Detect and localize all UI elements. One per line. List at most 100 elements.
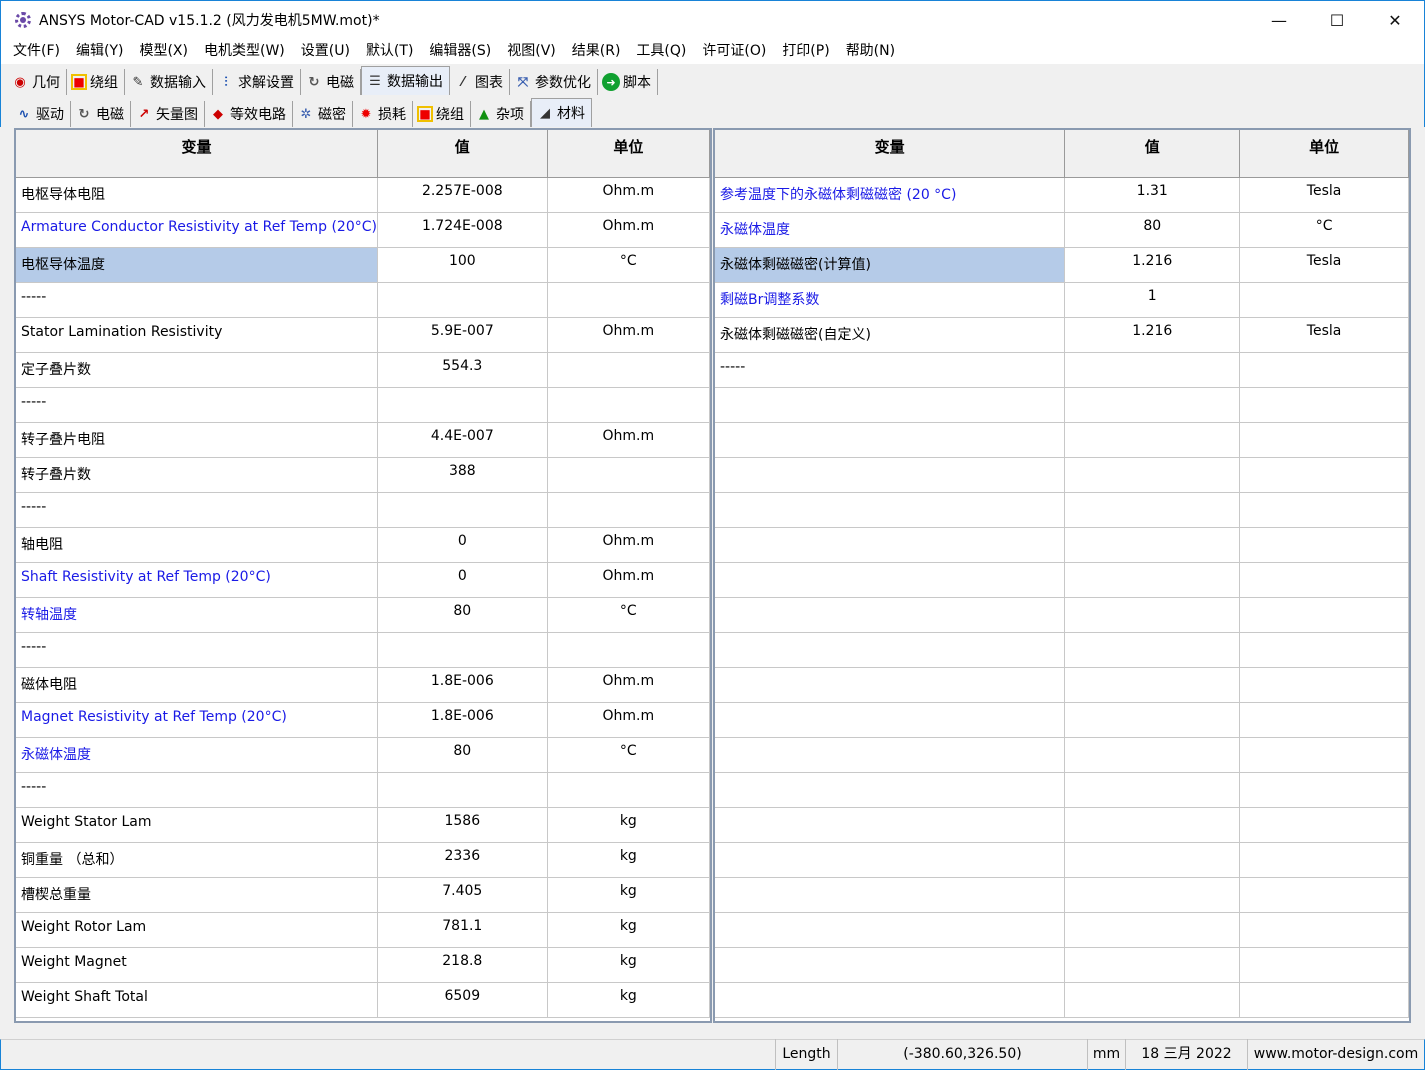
table-row[interactable] bbox=[715, 772, 1409, 808]
menu-item[interactable]: 视图(V) bbox=[499, 38, 564, 64]
cell-unit[interactable] bbox=[1239, 387, 1409, 423]
sub-tab[interactable]: ✹ 损耗 bbox=[353, 101, 413, 127]
cell-value[interactable] bbox=[1064, 422, 1241, 458]
cell-unit[interactable]: Ohm.m bbox=[547, 527, 710, 563]
cell-unit[interactable]: Tesla bbox=[1239, 177, 1409, 213]
cell-value[interactable]: 5.9E-007 bbox=[377, 317, 548, 353]
cell-value[interactable] bbox=[1064, 597, 1241, 633]
cell-value[interactable] bbox=[377, 632, 548, 668]
cell-value[interactable]: 1586 bbox=[377, 807, 548, 843]
close-button[interactable]: ✕ bbox=[1366, 1, 1424, 39]
cell-name[interactable]: Shaft Resistivity at Ref Temp (20°C) bbox=[16, 562, 378, 598]
cell-name[interactable]: Weight Magnet bbox=[16, 947, 378, 983]
cell-name[interactable]: 轴电阻 bbox=[16, 527, 378, 563]
cell-unit[interactable] bbox=[1239, 562, 1409, 598]
cell-unit[interactable]: Ohm.m bbox=[547, 177, 710, 213]
table-row[interactable]: 永磁体剩磁磁密(计算值) 1.216 Tesla bbox=[715, 247, 1409, 283]
cell-unit[interactable] bbox=[1239, 947, 1409, 983]
cell-value[interactable]: 100 bbox=[377, 247, 548, 283]
table-row[interactable]: 磁体电阻 1.8E-006 Ohm.m bbox=[16, 667, 710, 703]
cell-value[interactable]: 80 bbox=[377, 737, 548, 773]
cell-value[interactable]: 7.405 bbox=[377, 877, 548, 913]
cell-value[interactable] bbox=[1064, 877, 1241, 913]
cell-name[interactable] bbox=[715, 772, 1066, 808]
cell-name[interactable] bbox=[715, 947, 1066, 983]
cell-unit[interactable]: kg bbox=[547, 912, 710, 948]
cell-name[interactable] bbox=[715, 737, 1066, 773]
cell-value[interactable] bbox=[1064, 702, 1241, 738]
table-row[interactable]: ----- bbox=[16, 387, 710, 423]
results-grid-left[interactable]: 变量 值 单位 电枢导体电阻 2.257E-008 Ohm.m Armature Co… bbox=[14, 128, 712, 1023]
main-tab[interactable]: ◉ 几何 bbox=[7, 69, 67, 95]
table-row[interactable] bbox=[715, 597, 1409, 633]
cell-name[interactable] bbox=[715, 912, 1066, 948]
maximize-button[interactable]: ☐ bbox=[1308, 1, 1366, 39]
menu-item[interactable]: 模型(X) bbox=[131, 38, 196, 64]
table-row[interactable] bbox=[715, 947, 1409, 983]
menu-item[interactable]: 默认(T) bbox=[358, 38, 421, 64]
cell-value[interactable] bbox=[1064, 527, 1241, 563]
cell-name[interactable]: Weight Rotor Lam bbox=[16, 912, 378, 948]
cell-value[interactable] bbox=[1064, 632, 1241, 668]
cell-name[interactable]: ----- bbox=[16, 387, 378, 423]
cell-unit[interactable]: Tesla bbox=[1239, 317, 1409, 353]
table-row[interactable] bbox=[715, 842, 1409, 878]
cell-value[interactable]: 1.216 bbox=[1064, 247, 1241, 283]
cell-name[interactable] bbox=[715, 667, 1066, 703]
cell-name[interactable]: 永磁体剩磁磁密(自定义) bbox=[715, 317, 1066, 353]
sub-tab[interactable]: ✲ 磁密 bbox=[293, 101, 353, 127]
cell-unit[interactable] bbox=[1239, 772, 1409, 808]
sub-tab[interactable]: ◆ 等效电路 bbox=[205, 101, 293, 127]
cell-unit[interactable] bbox=[547, 632, 710, 668]
column-header-value[interactable]: 值 bbox=[377, 130, 548, 178]
cell-value[interactable]: 1 bbox=[1064, 282, 1241, 318]
cell-value[interactable]: 554.3 bbox=[377, 352, 548, 388]
main-tab[interactable]: ⁄ 图表 bbox=[450, 69, 510, 95]
cell-value[interactable]: 388 bbox=[377, 457, 548, 493]
table-row[interactable]: Magnet Resistivity at Ref Temp (20°C) 1.8… bbox=[16, 702, 710, 738]
table-row[interactable] bbox=[715, 982, 1409, 1018]
minimize-button[interactable]: — bbox=[1250, 1, 1308, 39]
cell-unit[interactable] bbox=[1239, 597, 1409, 633]
table-row[interactable]: ----- bbox=[715, 352, 1409, 388]
cell-unit[interactable] bbox=[547, 457, 710, 493]
cell-unit[interactable] bbox=[1239, 282, 1409, 318]
cell-name[interactable]: 磁体电阻 bbox=[16, 667, 378, 703]
cell-unit[interactable] bbox=[1239, 632, 1409, 668]
cell-name[interactable] bbox=[715, 387, 1066, 423]
cell-unit[interactable] bbox=[1239, 737, 1409, 773]
table-row[interactable]: ----- bbox=[16, 772, 710, 808]
cell-name[interactable]: ----- bbox=[715, 352, 1066, 388]
main-tab[interactable]: ■ 绕组 bbox=[67, 69, 125, 95]
cell-unit[interactable]: Ohm.m bbox=[547, 702, 710, 738]
cell-name[interactable] bbox=[715, 982, 1066, 1018]
cell-name[interactable] bbox=[715, 807, 1066, 843]
main-tab[interactable]: ↻ 电磁 bbox=[301, 69, 361, 95]
cell-unit[interactable] bbox=[1239, 667, 1409, 703]
cell-value[interactable]: 6509 bbox=[377, 982, 548, 1018]
cell-value[interactable] bbox=[1064, 667, 1241, 703]
table-row[interactable]: 转子叠片电阻 4.4E-007 Ohm.m bbox=[16, 422, 710, 458]
cell-unit[interactable] bbox=[547, 492, 710, 528]
table-row[interactable] bbox=[715, 667, 1409, 703]
table-row[interactable]: 转轴温度 80 °C bbox=[16, 597, 710, 633]
cell-unit[interactable] bbox=[547, 772, 710, 808]
cell-value[interactable] bbox=[1064, 912, 1241, 948]
table-row[interactable]: ----- bbox=[16, 282, 710, 318]
cell-unit[interactable] bbox=[1239, 807, 1409, 843]
table-row[interactable] bbox=[715, 912, 1409, 948]
table-row[interactable]: 永磁体温度 80 °C bbox=[715, 212, 1409, 248]
cell-name[interactable]: ----- bbox=[16, 282, 378, 318]
sub-tab[interactable]: ↗ 矢量图 bbox=[131, 101, 205, 127]
cell-unit[interactable]: kg bbox=[547, 842, 710, 878]
cell-name[interactable]: Armature Conductor Resistivity at Ref Te… bbox=[16, 212, 378, 248]
cell-value[interactable]: 1.216 bbox=[1064, 317, 1241, 353]
cell-value[interactable]: 1.8E-006 bbox=[377, 702, 548, 738]
table-row[interactable] bbox=[715, 492, 1409, 528]
cell-name[interactable]: 电枢导体温度 bbox=[16, 247, 378, 283]
cell-unit[interactable] bbox=[547, 282, 710, 318]
cell-value[interactable]: 0 bbox=[377, 527, 548, 563]
table-row[interactable] bbox=[715, 387, 1409, 423]
table-row[interactable]: 槽楔总重量 7.405 kg bbox=[16, 877, 710, 913]
cell-name[interactable] bbox=[715, 527, 1066, 563]
